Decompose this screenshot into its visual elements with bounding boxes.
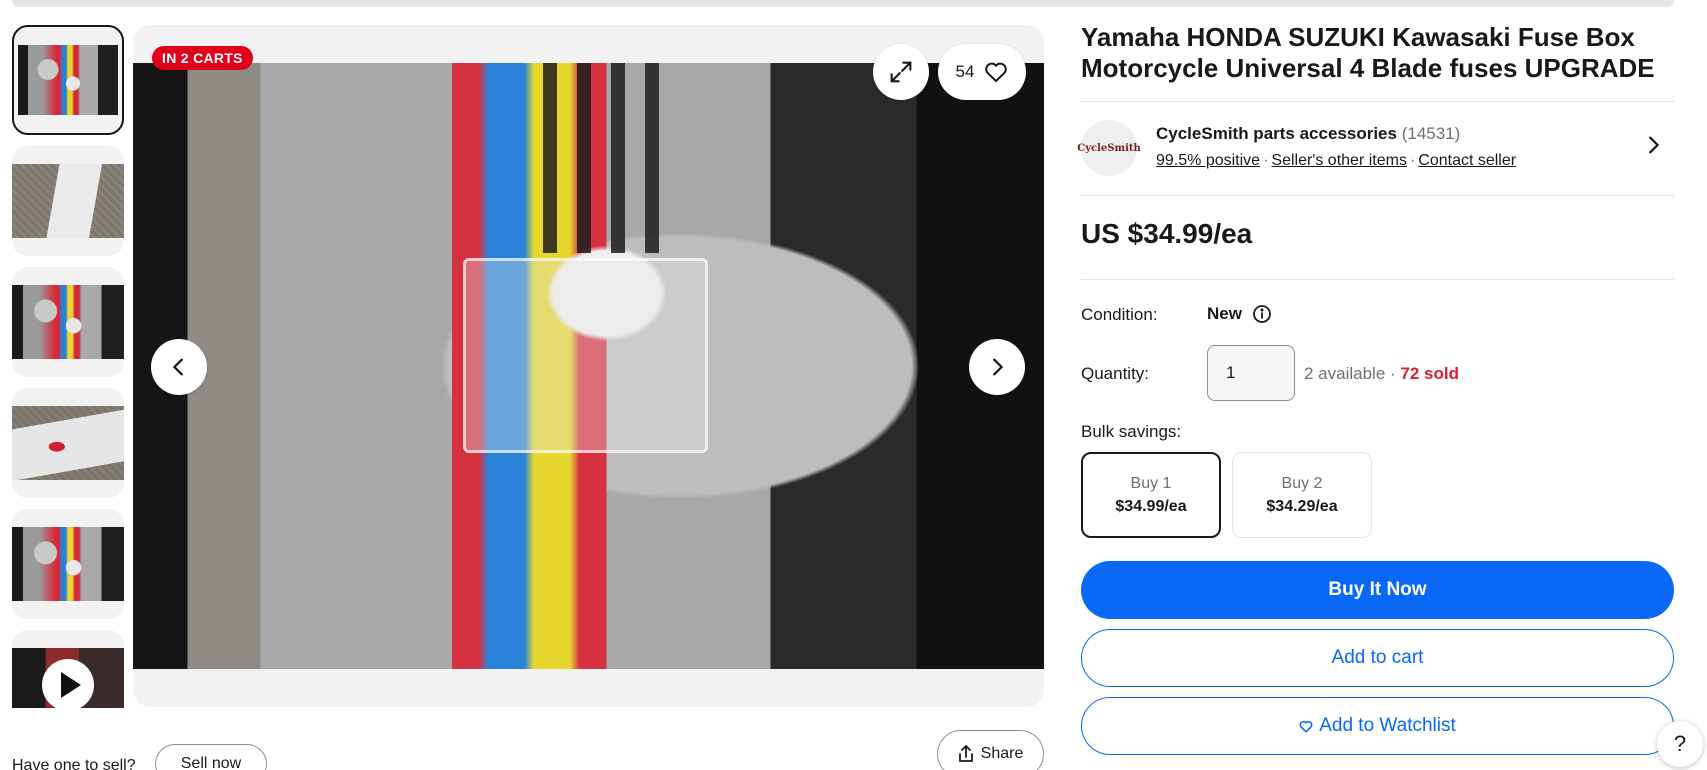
quantity-input[interactable]: 1	[1207, 345, 1295, 401]
share-button[interactable]: Share	[937, 730, 1044, 770]
divider	[1081, 195, 1674, 196]
expand-icon	[890, 61, 912, 83]
seller-logo[interactable]: CycleSmith	[1077, 120, 1141, 176]
main-product-image[interactable]	[133, 25, 1044, 707]
buy-it-now-button[interactable]: Buy It Now	[1081, 561, 1674, 619]
separator-dot: ·	[1263, 152, 1269, 169]
bulk-option-qty: Buy 1	[1130, 474, 1172, 492]
bulk-savings-label: Bulk savings:	[1081, 422, 1182, 441]
seller-other-items-link[interactable]: Seller's other items	[1271, 152, 1407, 169]
seller-links: 99.5% positive · Seller's other items · Cont…	[1156, 152, 1516, 170]
heart-icon	[985, 62, 1008, 83]
seller-feedback-count: (14531)	[1401, 124, 1461, 143]
info-icon[interactable]	[1252, 304, 1272, 324]
previous-image-button[interactable]	[151, 339, 207, 395]
listing-title: Yamaha HONDA SUZUKI Kawasaki Fuse Box Mo…	[1081, 22, 1655, 83]
thumbnail-5[interactable]	[12, 509, 124, 619]
thumbnail-image	[12, 285, 124, 359]
help-button[interactable]: ?	[1657, 721, 1703, 767]
positive-feedback-link[interactable]: 99.5% positive	[1156, 152, 1260, 169]
in-carts-badge: IN 2 CARTS	[152, 46, 253, 70]
expand-image-button[interactable]	[873, 44, 929, 100]
bulk-option-buy-1[interactable]: Buy 1 $34.99/ea	[1081, 452, 1221, 538]
photo-fusebox	[463, 258, 708, 453]
add-to-cart-button[interactable]: Add to cart	[1081, 629, 1674, 687]
separator-dot: ·	[1390, 364, 1396, 383]
thumbnail-3[interactable]	[12, 267, 124, 377]
bulk-option-price: $34.29/ea	[1266, 497, 1338, 515]
divider	[1081, 101, 1674, 102]
bulk-option-price: $34.99/ea	[1115, 497, 1187, 515]
heart-icon	[1299, 720, 1313, 733]
sell-prompt: Have one to sell?	[12, 757, 136, 770]
quantity-label: Quantity:	[1081, 364, 1150, 383]
available-count: 2 available	[1304, 364, 1386, 383]
condition-value: New	[1207, 304, 1272, 324]
thumbnail-2[interactable]	[12, 146, 124, 256]
watchlist-label: Add to Watchlist	[1319, 715, 1456, 736]
sell-now-button[interactable]: Sell now	[155, 744, 267, 770]
condition-text: New	[1207, 304, 1242, 323]
product-photo	[133, 63, 1044, 669]
share-label: Share	[980, 745, 1024, 762]
quantity-info: 2 available · 72 sold	[1304, 364, 1459, 384]
item-price: US $34.99/ea	[1081, 218, 1253, 249]
thumbnail-video[interactable]	[12, 630, 124, 708]
seller-logo-text: CycleSmith	[1077, 142, 1141, 154]
thumbnail-image	[12, 164, 124, 238]
thumbnail-image	[12, 406, 124, 480]
chevron-left-icon	[172, 358, 183, 376]
seller-name-text: CycleSmith parts accessories	[1156, 124, 1397, 143]
watch-counter-button[interactable]: 54	[938, 44, 1026, 100]
chevron-right-icon[interactable]	[1642, 134, 1664, 156]
photo-wires	[523, 63, 673, 253]
top-bar	[12, 0, 1674, 7]
contact-seller-link[interactable]: Contact seller	[1418, 152, 1516, 169]
seller-card[interactable]: CycleSmith CycleSmith parts accessories …	[1077, 118, 1674, 178]
chevron-right-icon	[993, 358, 1004, 376]
thumbnail-strip[interactable]	[12, 25, 124, 708]
play-icon[interactable]	[42, 659, 94, 708]
thumbnail-image	[12, 527, 124, 601]
watchers-count: 54	[955, 62, 975, 81]
bulk-option-buy-2[interactable]: Buy 2 $34.29/ea	[1232, 452, 1372, 538]
add-to-watchlist-button[interactable]: Add to Watchlist	[1081, 697, 1674, 755]
condition-label: Condition:	[1081, 305, 1158, 324]
share-icon	[958, 745, 973, 762]
separator-dot: ·	[1409, 152, 1416, 169]
thumbnail-image	[18, 45, 118, 115]
sold-count: 72 sold	[1400, 364, 1460, 383]
bulk-option-qty: Buy 2	[1281, 474, 1323, 492]
seller-name[interactable]: CycleSmith parts accessories (14531)	[1156, 124, 1460, 144]
thumbnail-4[interactable]	[12, 388, 124, 498]
next-image-button[interactable]	[969, 339, 1025, 395]
thumbnail-1[interactable]	[12, 25, 124, 135]
divider	[1081, 279, 1674, 280]
